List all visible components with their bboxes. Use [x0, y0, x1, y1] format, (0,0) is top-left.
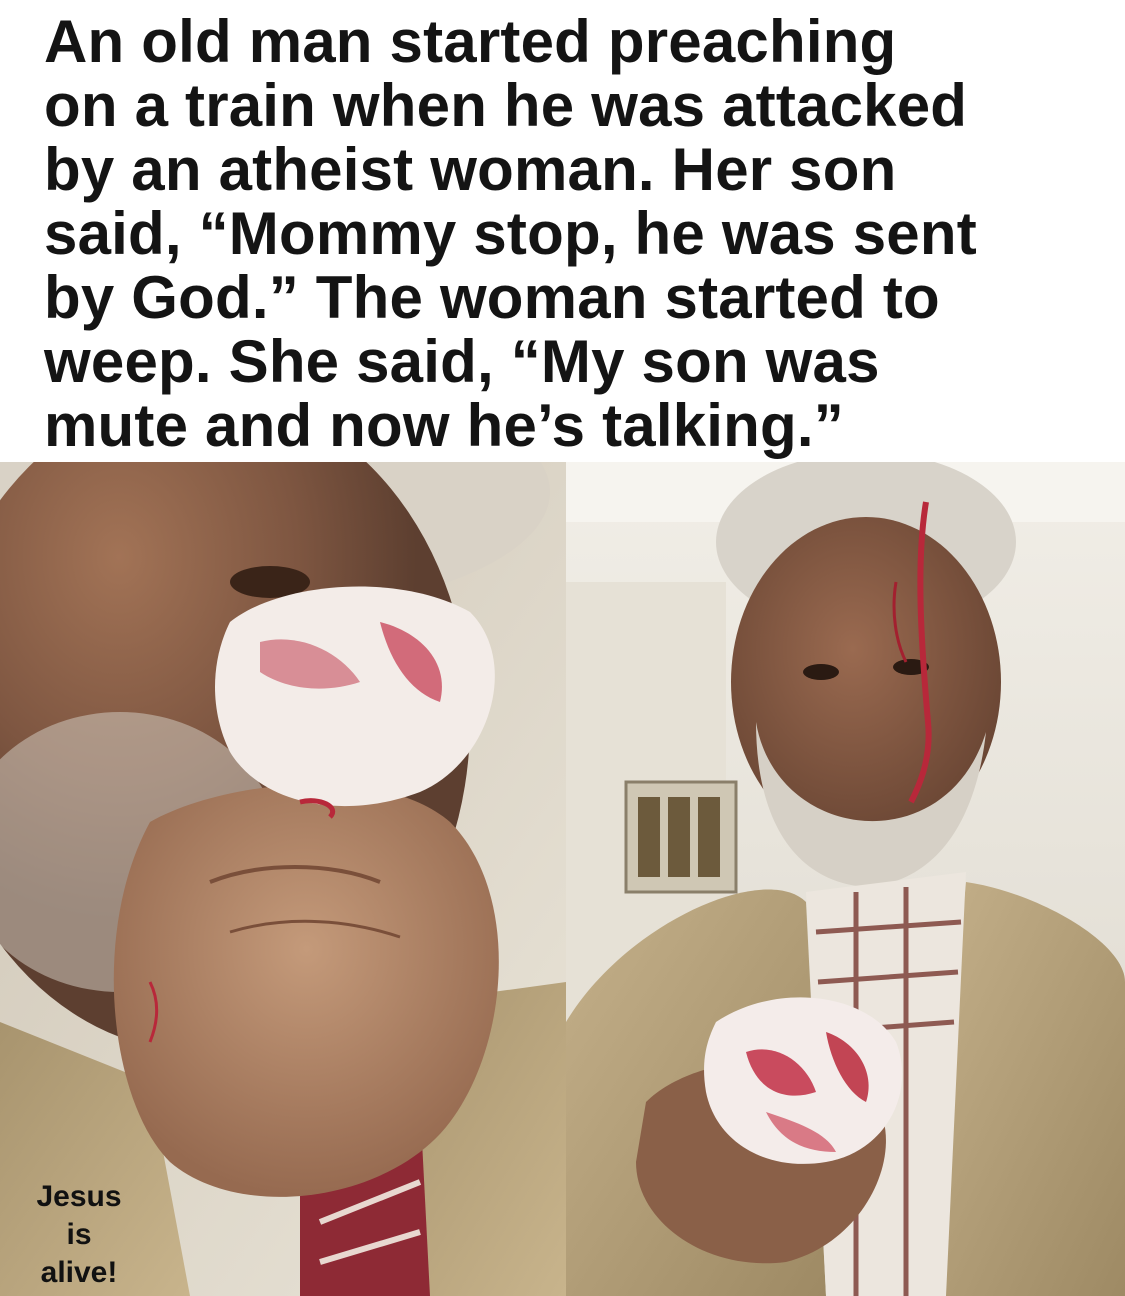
caption-line: mute and now he’s talking.”	[44, 392, 844, 459]
caption-line: An old man started preaching	[44, 8, 897, 75]
overlay-line: is	[66, 1218, 92, 1251]
meme: An old man started preaching on a train …	[0, 0, 1125, 1296]
photo-collage	[0, 462, 1125, 1296]
caption-text: An old man started preaching on a train …	[44, 10, 1114, 458]
overlay-line: alive!	[40, 1256, 118, 1289]
overlay-line: Jesus	[36, 1180, 122, 1213]
caption-line: said, “Mommy stop, he was sent	[44, 200, 977, 267]
man-with-bleeding-head-photo	[566, 462, 1125, 1296]
jesus-is-alive-label: Jesus is alive!	[20, 1178, 138, 1292]
caption-line: by an atheist woman. Her son	[44, 136, 897, 203]
closeup-man-with-tissue-photo	[0, 462, 566, 1296]
caption-line: on a train when he was attacked	[44, 72, 968, 139]
caption-line: weep. She said, “My son was	[44, 328, 880, 395]
caption-line: by God.” The woman started to	[44, 264, 940, 331]
